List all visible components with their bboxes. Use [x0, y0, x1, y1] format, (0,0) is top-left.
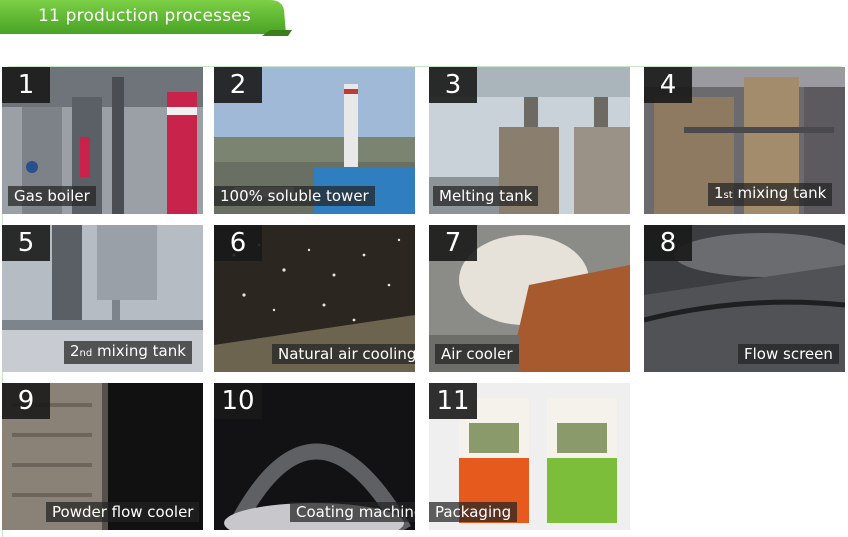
- step-caption: 2nd mixing tank: [64, 341, 192, 364]
- process-tile-1[interactable]: 1 Gas boiler: [2, 67, 203, 214]
- step-caption: 1st mixing tank: [708, 183, 833, 206]
- step-number: 5: [2, 225, 50, 261]
- process-tile-6[interactable]: 6 Natural air cooling: [214, 225, 415, 372]
- process-tile-5[interactable]: 5 2nd mixing tank: [2, 225, 203, 372]
- step-number: 8: [644, 225, 692, 261]
- step-number: 4: [644, 67, 692, 103]
- step-caption: Natural air cooling: [272, 344, 415, 364]
- process-tile-10[interactable]: 10 Coating machine: [214, 383, 415, 530]
- process-tile-11[interactable]: 11 Packaging: [429, 383, 630, 530]
- step-caption: Packaging: [429, 502, 518, 522]
- step-caption: 100% soluble tower: [214, 186, 375, 206]
- page-title: 11 production processes: [38, 6, 251, 26]
- step-number: 9: [2, 383, 50, 419]
- step-number: 2: [214, 67, 262, 103]
- step-caption: Air cooler: [435, 344, 519, 364]
- step-number: 6: [214, 225, 262, 261]
- step-number: 3: [429, 67, 477, 103]
- step-caption: Gas boiler: [8, 186, 96, 206]
- title-banner: 11 production processes: [0, 0, 292, 36]
- process-tile-4[interactable]: 4 1st mixing tank: [644, 67, 845, 214]
- step-caption: Melting tank: [433, 186, 539, 206]
- process-tile-3[interactable]: 3 Melting tank: [429, 67, 630, 214]
- step-number: 11: [429, 383, 477, 419]
- step-number: 10: [214, 383, 262, 419]
- step-number: 7: [429, 225, 477, 261]
- process-tile-7[interactable]: 7 Air cooler: [429, 225, 630, 372]
- step-caption: Coating machine: [290, 502, 415, 522]
- process-tile-2[interactable]: 2 100% soluble tower: [214, 67, 415, 214]
- step-caption: Flow screen: [738, 344, 839, 364]
- step-number: 1: [2, 67, 50, 103]
- process-tile-8[interactable]: 8 Flow screen: [644, 225, 845, 372]
- process-tile-9[interactable]: 9 Powder flow cooler: [2, 383, 203, 530]
- step-caption: Powder flow cooler: [46, 502, 200, 522]
